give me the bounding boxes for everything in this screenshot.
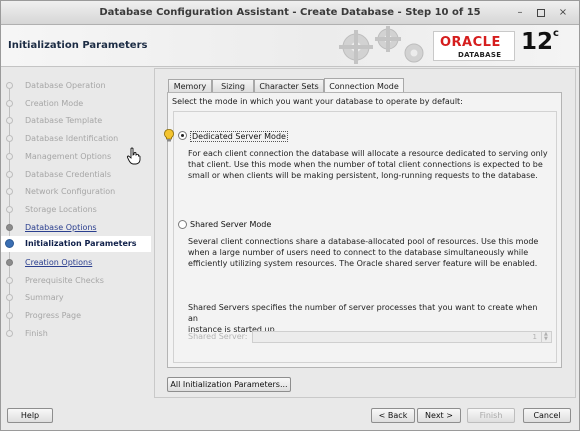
step-dot-icon (6, 117, 13, 124)
step-database-operation: Database Operation (1, 78, 151, 94)
dedicated-server-radio[interactable] (178, 131, 187, 140)
tab-character-sets[interactable]: Character Sets (254, 79, 324, 93)
step-label: Creation Mode (25, 99, 84, 108)
next-button[interactable]: Next > (417, 408, 461, 423)
step-dot-icon (6, 312, 13, 319)
step-finish: Finish (1, 326, 151, 342)
step-label: Database Template (25, 116, 103, 125)
gears-graphic (339, 26, 424, 64)
step-dot-icon (6, 100, 13, 107)
tab-sizing[interactable]: Sizing (212, 79, 254, 93)
title-bar: Database Configuration Assistant - Creat… (1, 1, 579, 25)
dedicated-server-label[interactable]: Dedicated Server Mode (190, 131, 288, 142)
step-label: Storage Locations (25, 205, 97, 214)
intro-text: Select the mode in which you want your d… (172, 97, 463, 106)
maximize-icon (537, 9, 545, 17)
content-panel: Memory Sizing Character Sets Connection … (154, 68, 576, 398)
oracle-brand-sub: DATABASE (458, 51, 502, 59)
step-prerequisite-checks: Prerequisite Checks (1, 273, 151, 289)
footer-bar: Help < Back Next > Finish Cancel (1, 400, 579, 430)
description-line: Shared Servers specifies the number of s… (188, 303, 538, 323)
step-database-template: Database Template (1, 113, 151, 129)
description-line: small or when clients will be making per… (188, 171, 538, 180)
window-title: Database Configuration Assistant - Creat… (99, 7, 481, 18)
tab-memory[interactable]: Memory (168, 79, 212, 93)
step-creation-options[interactable]: Creation Options (1, 255, 151, 271)
version-badge: 12c (521, 28, 559, 55)
shared-server-label[interactable]: Shared Server Mode (190, 220, 271, 229)
step-network-configuration: Network Configuration (1, 184, 151, 200)
dedicated-server-description: For each client connection the database … (188, 148, 548, 181)
step-database-options[interactable]: Database Options (1, 220, 151, 236)
step-dot-icon (6, 135, 13, 142)
page-title: Initialization Parameters (8, 40, 148, 51)
spinner-down-icon: ▼ (544, 336, 548, 342)
mode-options-box: Dedicated Server Mode For each client co… (164, 111, 557, 363)
step-dot-icon (6, 224, 13, 231)
description-line: that client. Use this mode when the numb… (188, 160, 543, 169)
step-label: Prerequisite Checks (25, 276, 104, 285)
step-label: Progress Page (25, 311, 82, 320)
tab-connection-mode[interactable]: Connection Mode (324, 78, 404, 93)
version-number: 12 (521, 29, 554, 55)
steps-sidebar: Database Operation Creation Mode Databas… (1, 68, 151, 398)
step-dot-icon (6, 259, 13, 266)
step-dot-icon (6, 153, 13, 160)
step-dot-icon (6, 188, 13, 195)
finish-button[interactable]: Finish (467, 408, 515, 423)
step-label[interactable]: Database Options (25, 223, 97, 232)
step-label: Management Options (25, 152, 112, 161)
step-summary: Summary (1, 290, 151, 306)
step-database-credentials: Database Credentials (1, 167, 151, 183)
dbca-window: Database Configuration Assistant - Creat… (0, 0, 580, 431)
description-line: For each client connection the database … (188, 149, 548, 158)
shared-servers-spinner: 1 ▲ ▼ (252, 331, 552, 343)
step-current-icon (5, 239, 14, 248)
step-dot-icon (6, 171, 13, 178)
all-initialization-parameters-button[interactable]: All Initialization Parameters... (167, 377, 291, 392)
shared-server-description: Several client connections share a datab… (188, 236, 548, 269)
oracle-logo: ORACLE DATABASE (433, 31, 515, 61)
step-label: Summary (25, 293, 64, 302)
step-label: Database Operation (25, 81, 106, 90)
step-label: Network Configuration (25, 187, 116, 196)
step-dot-icon (6, 206, 13, 213)
step-label: Initialization Parameters (25, 239, 137, 248)
shared-servers-label: Shared Server: (188, 332, 248, 341)
step-dot-icon (6, 330, 13, 337)
shared-server-radio[interactable] (178, 220, 187, 229)
connection-mode-panel: Select the mode in which you want your d… (164, 92, 562, 368)
cancel-button[interactable]: Cancel (523, 408, 571, 423)
step-storage-locations: Storage Locations (1, 202, 151, 218)
hand-cursor-icon (126, 147, 141, 165)
description-line: efficiently utilizing system resources. … (188, 259, 538, 268)
spinner-arrows: ▲ ▼ (541, 332, 551, 342)
back-button[interactable]: < Back (371, 408, 415, 423)
step-label: Database Credentials (25, 170, 112, 179)
shared-servers-value: 1 (532, 333, 537, 341)
step-database-identification: Database Identification (1, 131, 151, 147)
header-banner: Initialization Parameters ORACLE DATABAS… (1, 25, 579, 67)
hint-bulb-icon (164, 129, 174, 142)
step-dot-icon (6, 294, 13, 301)
shared-servers-field: Shared Server: 1 ▲ ▼ (188, 331, 552, 343)
step-dot-icon (6, 277, 13, 284)
maximize-button[interactable] (533, 5, 549, 21)
step-dot-icon (6, 82, 13, 89)
help-button[interactable]: Help (7, 408, 53, 423)
step-label[interactable]: Creation Options (25, 258, 92, 267)
step-initialization-parameters: Initialization Parameters (1, 236, 151, 252)
close-button[interactable]: × (555, 5, 571, 21)
minimize-button[interactable]: – (512, 5, 528, 21)
oracle-brand: ORACLE (440, 35, 501, 50)
step-label: Finish (25, 329, 48, 338)
step-creation-mode: Creation Mode (1, 96, 151, 112)
step-progress-page: Progress Page (1, 308, 151, 324)
version-suffix: c (553, 28, 559, 39)
description-line: when a large number of users need to con… (188, 248, 529, 257)
description-line: Several client connections share a datab… (188, 237, 539, 246)
step-label: Database Identification (25, 134, 119, 143)
